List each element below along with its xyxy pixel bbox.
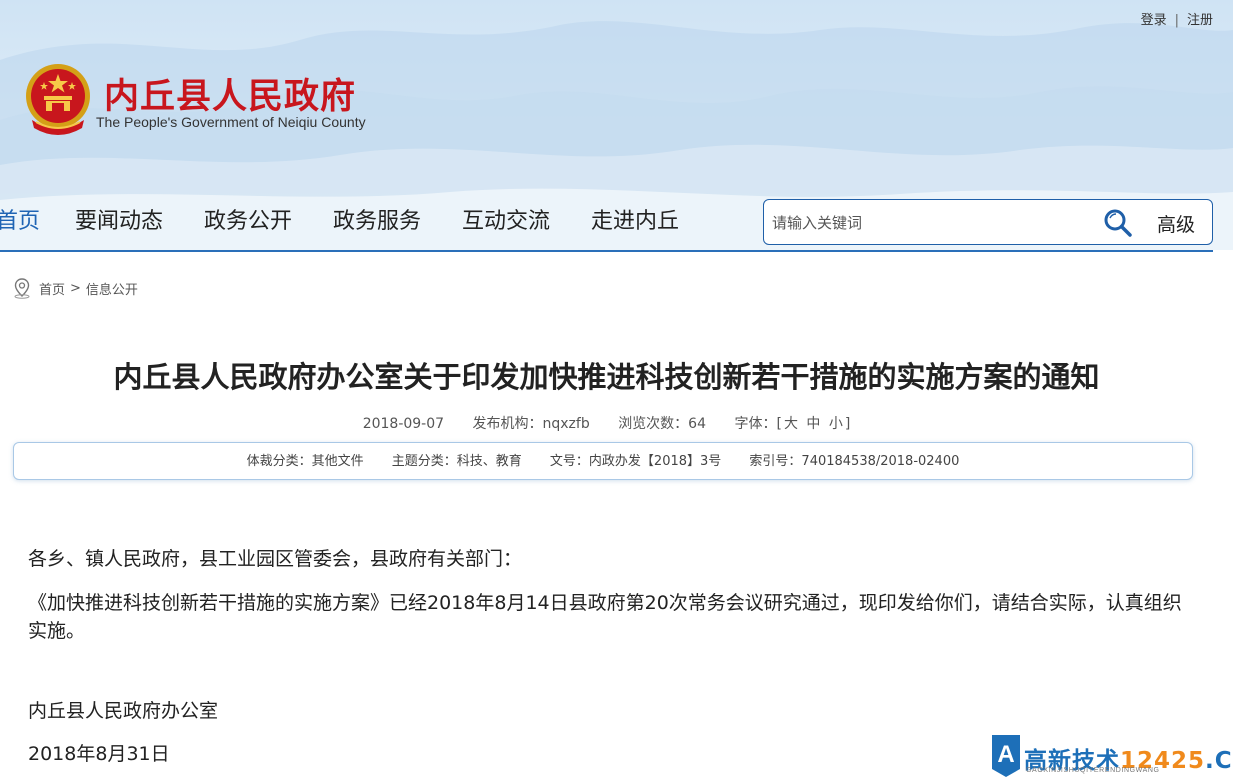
watermark-logo-icon: A (992, 735, 1020, 777)
breadcrumb-home[interactable]: 首页 (39, 279, 65, 298)
site-subtitle: The People's Government of Neiqiu County (96, 114, 366, 130)
font-bracket-close: ] (844, 416, 851, 432)
nav-divider (0, 250, 1213, 252)
link-separator: | (1174, 13, 1179, 28)
site-title: 内丘县人民政府 (104, 77, 357, 117)
publisher: 发布机构：nqxzfb (472, 416, 590, 432)
article-title: 内丘县人民政府办公室关于印发加快推进科技创新若干措施的实施方案的通知 (113, 360, 1100, 394)
font-small-button[interactable]: 小 (829, 416, 843, 432)
nav-item-news[interactable]: 要闻动态 (75, 200, 163, 244)
font-large-button[interactable]: 大 (784, 416, 798, 432)
national-emblem-icon (26, 64, 90, 135)
topic-classification: 主题分类：科技、教育 (391, 454, 522, 469)
watermark-domain: .CN (1205, 748, 1233, 774)
nav-item-about[interactable]: 走进内丘 (591, 200, 679, 244)
article-salutation: 各乡、镇人民政府，县工业园区管委会，县政府有关部门： (28, 548, 523, 570)
watermark-subtext: GAOXINJISHUQIYERENDINGWANG (1026, 767, 1160, 774)
genre-classification: 体裁分类：其他文件 (246, 454, 364, 469)
nav-item-home[interactable]: 首页 (0, 200, 40, 244)
document-number: 文号：内政办发【2018】3号 (549, 454, 722, 469)
search-icon[interactable] (1102, 208, 1134, 238)
breadcrumb: 首页 > 信息公开 (12, 277, 138, 299)
article-signature: 内丘县人民政府办公室 (28, 700, 219, 722)
svg-text:A: A (997, 741, 1014, 768)
user-links: 登录 | 注册 (1141, 9, 1213, 28)
site-watermark: A 高新技术12425.CN GAOXINJISHUQIYERENDINGWAN… (982, 731, 1233, 781)
breadcrumb-arrow: > (70, 280, 81, 296)
register-link[interactable]: 注册 (1187, 13, 1213, 28)
search-bar: 高级 (763, 199, 1213, 245)
index-number: 索引号：740184538/2018-02400 (749, 454, 960, 469)
site-logo[interactable]: 内丘县人民政府 The People's Government of Neiqi… (22, 62, 402, 142)
article-meta: 2018-09-07 发布机构：nqxzfb 浏览次数：64 字体：[大 中 小… (0, 413, 1213, 433)
document-info-box: 体裁分类：其他文件 主题分类：科技、教育 文号：内政办发【2018】3号 索引号… (13, 442, 1193, 480)
nav-item-services[interactable]: 政务服务 (333, 200, 421, 244)
advanced-search-button[interactable]: 高级 (1157, 210, 1195, 237)
view-count: 浏览次数：64 (618, 416, 707, 432)
nav-item-interaction[interactable]: 互动交流 (462, 200, 550, 244)
search-input[interactable] (772, 208, 1092, 238)
nav-item-open-government[interactable]: 政务公开 (204, 200, 292, 244)
font-medium-button[interactable]: 中 (806, 416, 820, 432)
font-size-label: 字体： (734, 416, 777, 432)
font-bracket-open: [ (776, 416, 782, 432)
article-body: 《加快推进科技创新若干措施的实施方案》已经2018年8月14日县政府第20次常务… (28, 592, 1182, 642)
login-link[interactable]: 登录 (1141, 13, 1167, 28)
font-size-control: 字体：[大 中 小] (734, 416, 850, 432)
article-sign-date: 2018年8月31日 (28, 743, 170, 765)
breadcrumb-current[interactable]: 信息公开 (86, 279, 138, 298)
location-pin-icon (14, 278, 30, 299)
publish-date: 2018-09-07 (362, 416, 445, 432)
